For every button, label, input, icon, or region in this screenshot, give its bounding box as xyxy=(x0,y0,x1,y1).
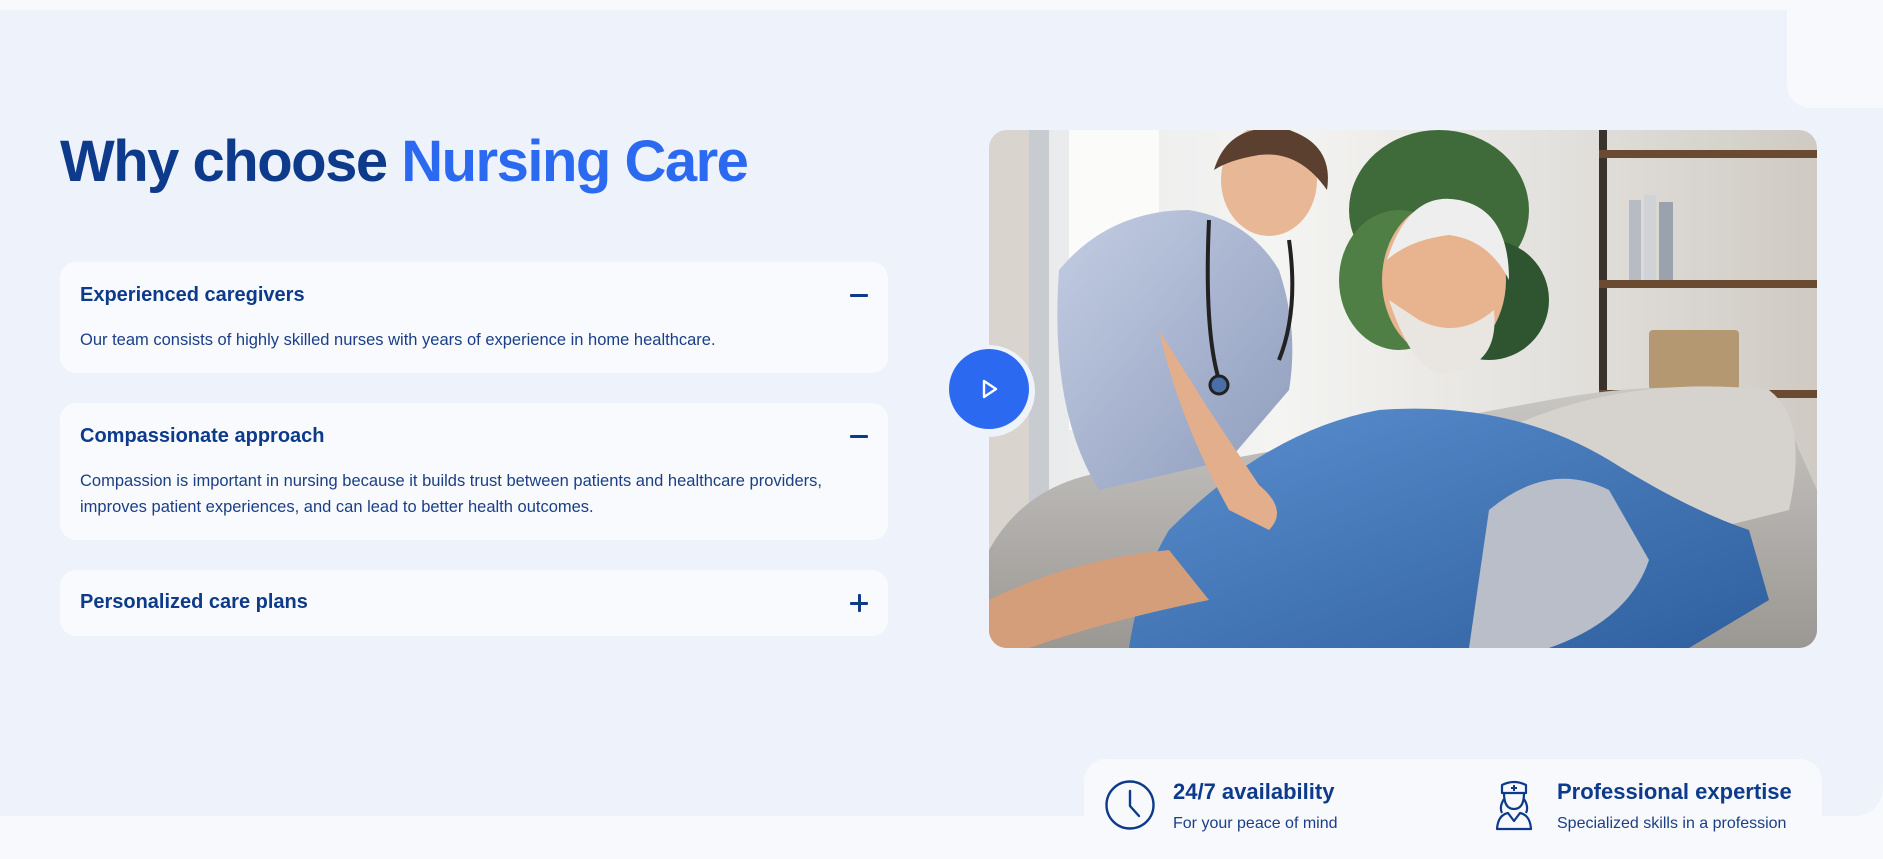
clock-icon xyxy=(1105,780,1155,830)
feature-title: 24/7 availability xyxy=(1173,779,1335,804)
expand-plus-icon[interactable] xyxy=(850,594,868,612)
feature-subtitle: For your peace of mind xyxy=(1173,815,1338,832)
collapse-minus-icon[interactable] xyxy=(850,286,868,304)
heading-accent-text: Nursing Care xyxy=(401,129,749,194)
nurse-icon xyxy=(1495,780,1533,831)
accordion-title[interactable]: Compassionate approach xyxy=(80,425,325,448)
accordion-body: Our team consists of highly skilled nurs… xyxy=(80,331,716,349)
accordion-item-experienced-caregivers: Experienced caregivers Our team consists… xyxy=(60,262,888,373)
accordion-title[interactable]: Personalized care plans xyxy=(80,591,308,614)
accordion-title[interactable]: Experienced caregivers xyxy=(80,284,305,307)
nurse-with-patient-image xyxy=(989,130,1817,648)
feature-title: Professional expertise xyxy=(1557,779,1792,804)
feature-subtitle: Specialized skills in a profession xyxy=(1557,815,1787,832)
accordion-body: Compassion is important in nursing becau… xyxy=(80,472,822,516)
section-heading: Why choose Nursing Care xyxy=(60,128,749,195)
accordion-item-compassionate-approach: Compassionate approach Compassion is imp… xyxy=(60,403,888,540)
play-video-button[interactable] xyxy=(949,349,1029,429)
corner-notch xyxy=(1787,0,1883,108)
heading-text: Why choose xyxy=(60,129,388,194)
play-icon xyxy=(982,379,998,399)
collapse-minus-icon[interactable] xyxy=(850,427,868,445)
features-strip: 24/7 availability For your peace of mind… xyxy=(1084,759,1822,859)
accordion-item-personalized-care-plans: Personalized care plans xyxy=(60,570,888,636)
